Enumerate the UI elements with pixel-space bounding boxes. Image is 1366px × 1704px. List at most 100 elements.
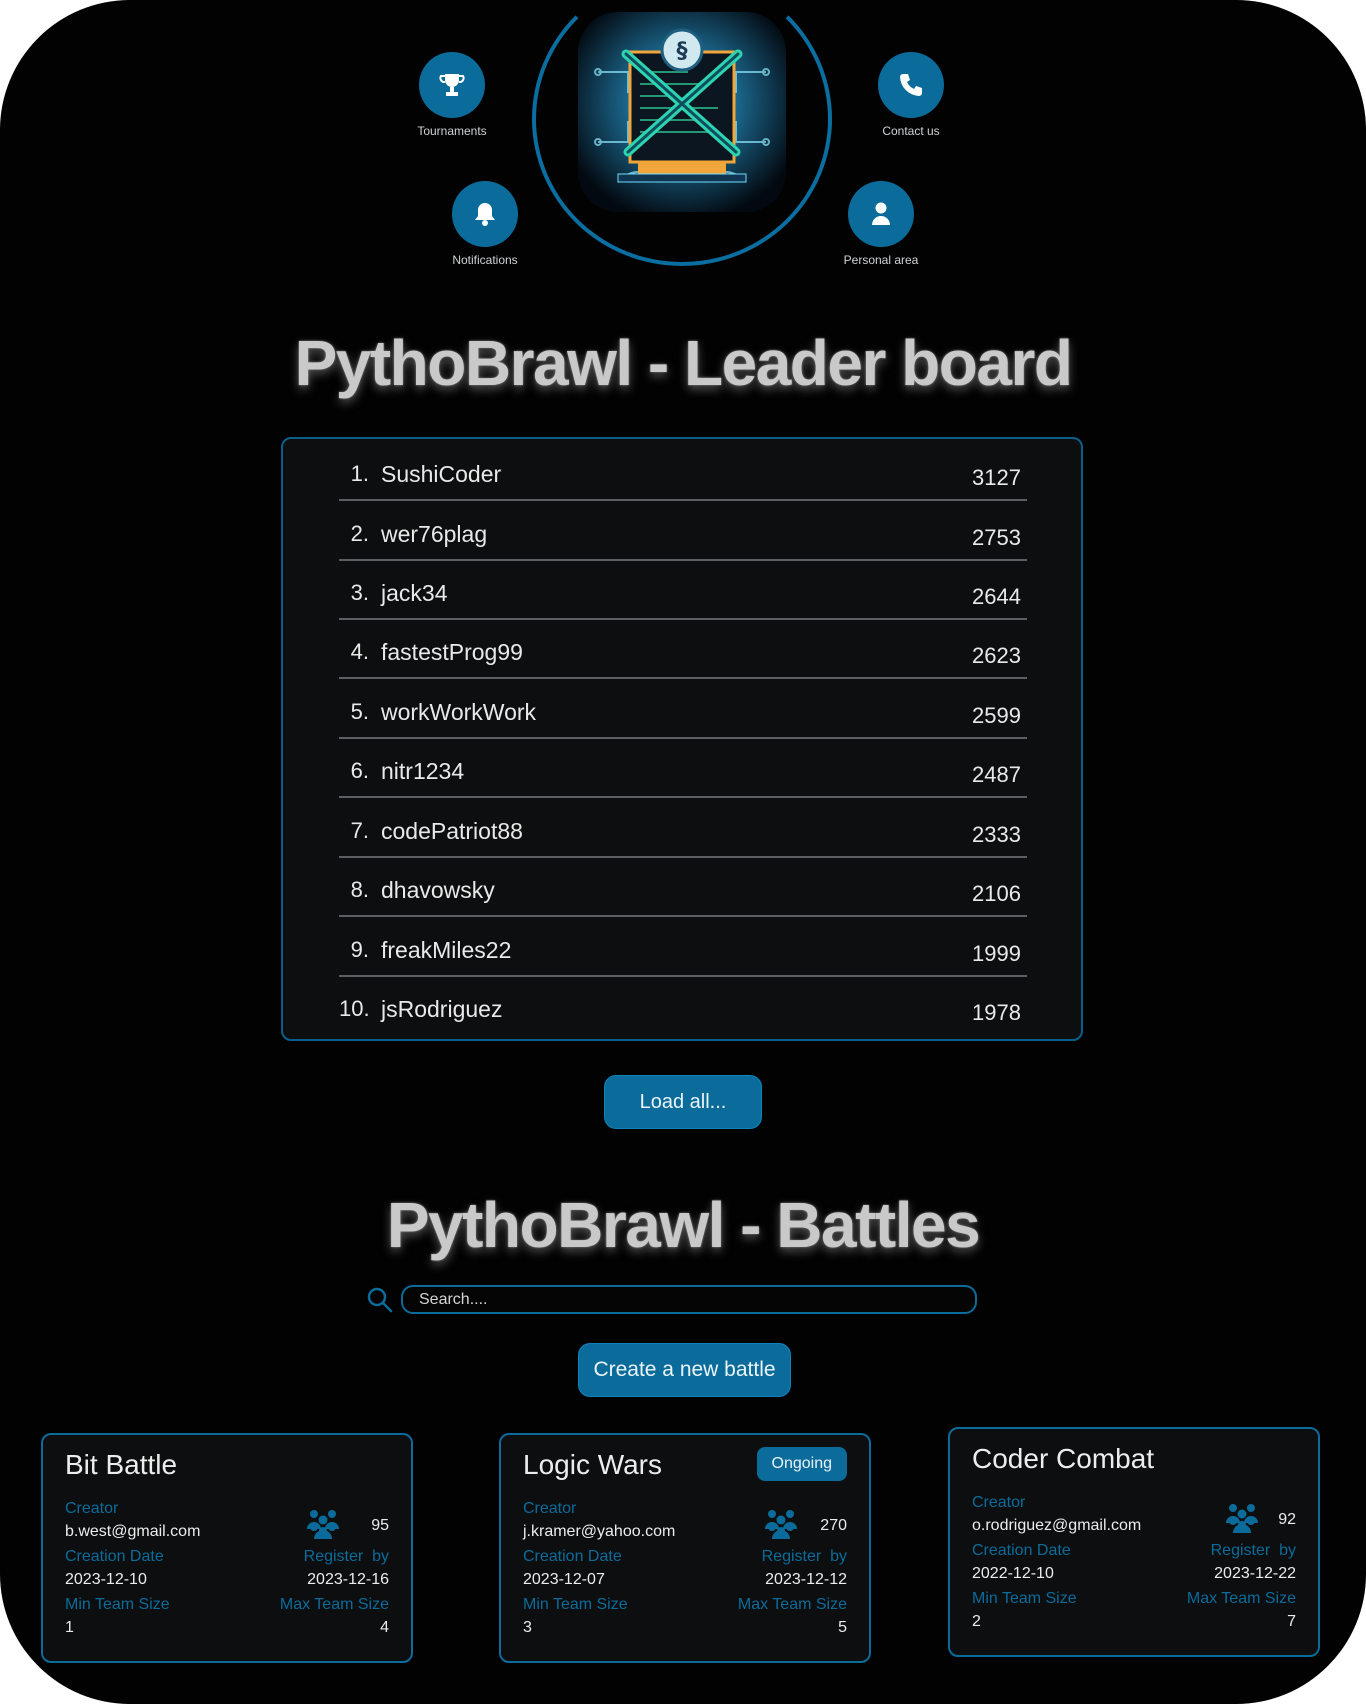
creation-date-value: 2022-12-10 xyxy=(972,1565,1054,1582)
leaderboard-title: PythoBrawl - Leader board xyxy=(294,327,1073,399)
leaderboard-row: 10. jsRodriguez 1978 xyxy=(339,978,1027,1036)
creation-date-label: Creation Date xyxy=(972,1542,1071,1559)
creator-label: Creator xyxy=(523,1500,577,1517)
battle-card[interactable]: Logic Wars Ongoing Creator j.kramer@yahoo.c… xyxy=(499,1433,871,1663)
nav-personal-area-button[interactable] xyxy=(848,181,914,247)
battle-name: Logic Wars xyxy=(523,1449,663,1480)
leaderboard-rank: 3. xyxy=(350,580,369,605)
battle-name: Coder Combat xyxy=(972,1443,1155,1474)
max-team-size-value: 7 xyxy=(1287,1613,1296,1630)
leaderboard-rank: 4. xyxy=(350,639,369,664)
leaderboard-score: 1978 xyxy=(972,1000,1021,1025)
leaderboard-score: 2106 xyxy=(972,881,1021,906)
status-badge: Ongoing xyxy=(756,1447,847,1481)
nav-contact[interactable]: Contact us xyxy=(841,52,981,138)
nav-contact-label: Contact us xyxy=(882,124,940,138)
nav-contact-button[interactable] xyxy=(878,52,944,118)
participants-count: 92 xyxy=(1278,1511,1296,1528)
creation-date-label: Creation Date xyxy=(65,1548,164,1565)
leaderboard-score: 1999 xyxy=(972,941,1021,966)
create-battle-button[interactable]: Create a new battle xyxy=(578,1343,791,1397)
creator-email: o.rodriguez@gmail.com xyxy=(972,1517,1142,1534)
leaderboard-username: codePatriot88 xyxy=(381,818,523,844)
leaderboard-row: 1. SushiCoder 3127 xyxy=(339,443,1027,501)
creator-label: Creator xyxy=(972,1494,1026,1511)
nav-personal-area-label: Personal area xyxy=(843,253,919,267)
leaderboard-username: SushiCoder xyxy=(381,461,502,487)
leaderboard-score: 2644 xyxy=(972,584,1021,609)
leaderboard-rank: 10. xyxy=(339,996,370,1021)
leaderboard-rank: 8. xyxy=(350,877,369,902)
leaderboard-panel: 1. SushiCoder 3127 2. wer76plag 2753 3. jack34 2… xyxy=(281,437,1083,1041)
max-team-size-value: 5 xyxy=(838,1619,847,1636)
leaderboard-username: workWorkWork xyxy=(381,699,537,725)
leaderboard-row: 2. wer76plag 2753 xyxy=(339,503,1027,561)
min-team-size-value: 1 xyxy=(65,1619,74,1636)
bell-icon xyxy=(475,203,495,226)
max-team-size-value: 4 xyxy=(380,1619,389,1636)
creation-date-value: 2023-12-10 xyxy=(65,1571,147,1588)
max-team-size-label: Max Team Size xyxy=(737,1596,847,1613)
participants-icon xyxy=(305,1507,341,1539)
creation-date-label: Creation Date xyxy=(523,1548,622,1565)
max-team-size-label: Max Team Size xyxy=(279,1596,389,1613)
nav-notifications[interactable]: Notifications xyxy=(415,181,555,267)
nav-tournaments-button[interactable] xyxy=(419,52,485,118)
leaderboard-score: 2623 xyxy=(972,643,1021,668)
creator-email: b.west@gmail.com xyxy=(65,1523,201,1540)
leaderboard-username: fastestProg99 xyxy=(381,639,523,665)
svg-text:§: § xyxy=(677,39,688,64)
nav-tournaments[interactable]: Tournaments xyxy=(382,52,522,138)
min-team-size-value: 2 xyxy=(972,1613,981,1630)
register-by-value: 2023-12-16 xyxy=(307,1571,389,1588)
leaderboard-score: 2487 xyxy=(972,762,1021,787)
min-team-size-label: Min Team Size xyxy=(65,1596,170,1613)
leaderboard-row: 8. dhavowsky 2106 xyxy=(339,859,1027,917)
search-input[interactable] xyxy=(401,1285,977,1314)
search-icon[interactable] xyxy=(367,1287,393,1313)
participants-count: 95 xyxy=(371,1517,389,1534)
creator-label: Creator xyxy=(65,1500,119,1517)
leaderboard-row: 7. codePatriot88 2333 xyxy=(339,800,1027,858)
register-by-label: Register by xyxy=(303,1548,389,1565)
battle-name: Bit Battle xyxy=(65,1449,178,1480)
nav-personal-area[interactable]: Personal area xyxy=(811,181,951,267)
leaderboard-score: 2753 xyxy=(972,525,1021,550)
leaderboard-row: 6. nitr1234 2487 xyxy=(339,740,1027,798)
leaderboard-username: jsRodriguez xyxy=(381,996,503,1022)
participants-icon xyxy=(763,1507,799,1539)
leaderboard-row: 3. jack34 2644 xyxy=(339,562,1027,620)
min-team-size-value: 3 xyxy=(523,1619,532,1636)
nav-notifications-button[interactable] xyxy=(452,181,518,247)
leaderboard-rank: 2. xyxy=(350,521,369,546)
battles-title: PythoBrawl - Battles xyxy=(386,1189,981,1261)
leaderboard-rank: 1. xyxy=(350,461,369,486)
battle-card[interactable]: Coder Combat Creator o.rodriguez@gmail.com… xyxy=(948,1427,1320,1657)
leaderboard-rank: 5. xyxy=(350,699,369,724)
participants-count: 270 xyxy=(820,1517,847,1534)
leaderboard-username: wer76plag xyxy=(381,521,488,547)
battle-card[interactable]: Bit Battle Creator b.west@gmail.com 95 Crea… xyxy=(41,1433,413,1663)
load-all-button[interactable]: Load all... xyxy=(604,1075,762,1129)
min-team-size-label: Min Team Size xyxy=(972,1590,1077,1607)
register-by-label: Register by xyxy=(761,1548,847,1565)
user-icon xyxy=(872,202,890,225)
register-by-label: Register by xyxy=(1210,1542,1296,1559)
leaderboard-score: 2599 xyxy=(972,703,1021,728)
min-team-size-label: Min Team Size xyxy=(523,1596,628,1613)
register-by-value: 2023-12-22 xyxy=(1214,1565,1296,1582)
app-frame: § Tournaments Contact us Notifications P… xyxy=(0,0,1366,1704)
creation-date-value: 2023-12-07 xyxy=(523,1571,605,1588)
max-team-size-label: Max Team Size xyxy=(1186,1590,1296,1607)
creator-email: j.kramer@yahoo.com xyxy=(523,1523,676,1540)
leaderboard-score: 2333 xyxy=(972,822,1021,847)
leaderboard-score: 3127 xyxy=(972,465,1021,490)
leaderboard-username: jack34 xyxy=(381,580,448,606)
leaderboard-row: 4. fastestProg99 2623 xyxy=(339,621,1027,679)
leaderboard-username: freakMiles22 xyxy=(381,937,512,963)
leaderboard-rank: 7. xyxy=(350,818,369,843)
leaderboard-rank: 9. xyxy=(350,937,369,962)
pythobrawl-logo: § xyxy=(578,12,786,212)
leaderboard-username: nitr1234 xyxy=(381,758,465,784)
leaderboard-row: 9. freakMiles22 1999 xyxy=(339,919,1027,977)
